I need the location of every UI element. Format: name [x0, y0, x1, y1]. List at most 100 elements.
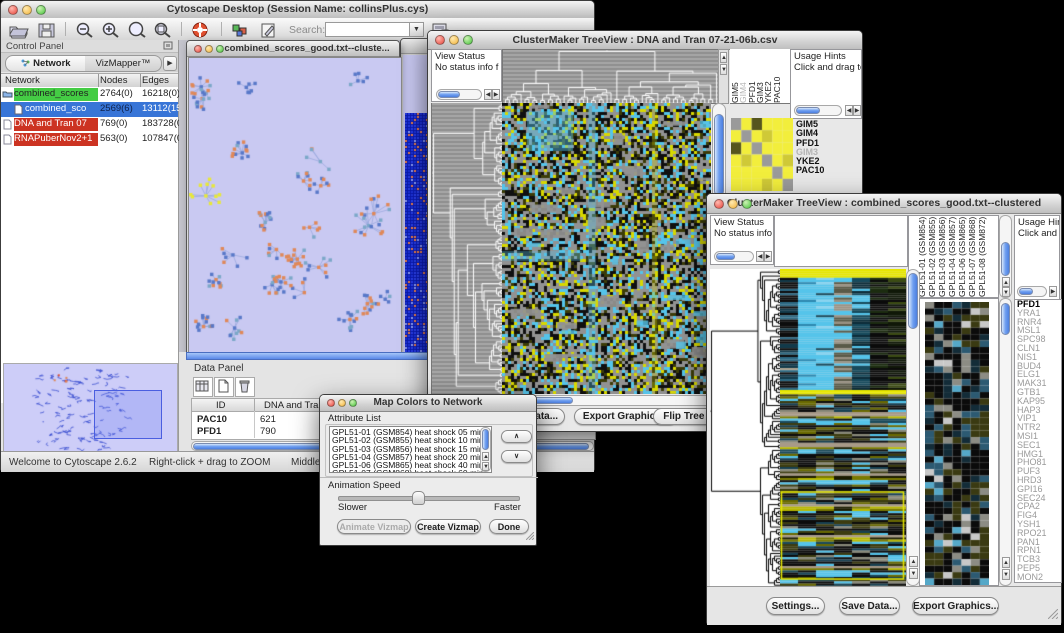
zoom-icon[interactable] [36, 5, 46, 15]
scroll-up-icon[interactable]: ▲ [482, 452, 489, 461]
treeview2-titlebar[interactable]: ClusterMaker TreeView : combined_scores_… [707, 194, 1061, 214]
treeview1-titlebar[interactable]: ClusterMaker TreeView : DNA and Tran 07-… [428, 31, 862, 50]
network-row-combined-sco-selected[interactable]: combined_sco 2569(6) 13112(15) [1, 102, 178, 117]
tab-vizmapper[interactable]: VizMapper™ [85, 55, 162, 72]
column-dendrogram[interactable] [502, 49, 719, 104]
move-up-button[interactable]: ∧ [501, 430, 532, 443]
speed-slider-thumb[interactable] [412, 491, 425, 505]
scroll-up-icon[interactable]: ▲ [1002, 277, 1010, 287]
network-row-dna-tran[interactable]: DNA and Tran 07 769(0) 183728(0) [1, 117, 178, 132]
scroll-down-icon[interactable]: ▼ [482, 462, 489, 471]
scroll-right-icon[interactable]: ▶ [1049, 286, 1057, 297]
save-data-button[interactable]: Save Data... [839, 597, 900, 615]
save-icon[interactable] [35, 21, 59, 39]
close-icon[interactable] [8, 5, 18, 15]
view-status-scrollbar[interactable] [714, 251, 754, 262]
new-attribute-icon[interactable] [214, 377, 234, 397]
network-graph-canvas[interactable] [188, 57, 402, 355]
done-button[interactable]: Done [489, 519, 529, 534]
zoom-heatmap[interactable] [925, 302, 989, 585]
scroll-right-icon[interactable]: ▶ [764, 251, 772, 262]
close-icon[interactable] [714, 199, 724, 209]
data-row-id[interactable]: PFD1 [197, 426, 221, 437]
animate-vizmap-button[interactable]: Animate Vizmap [337, 519, 411, 534]
column-header-network[interactable]: Network [5, 75, 40, 86]
minimize-icon[interactable] [205, 45, 213, 53]
gene-dendrogram[interactable] [431, 103, 503, 394]
scroll-up-icon[interactable]: ▲ [720, 52, 727, 63]
attribute-list-scrollbar[interactable]: ▲ ▼ [480, 427, 491, 472]
scroll-up-icon[interactable]: ▲ [1002, 557, 1010, 568]
zoom-icon[interactable] [463, 35, 473, 45]
minimize-icon[interactable] [449, 35, 459, 45]
map-dialog-titlebar[interactable]: Map Colors to Network [320, 395, 536, 412]
scroll-left-icon[interactable]: ◀ [756, 251, 764, 262]
gene-list-scrollbar[interactable]: ▲ ▼ [999, 298, 1012, 586]
table-mode-icon[interactable] [193, 377, 213, 397]
close-icon[interactable] [327, 399, 335, 407]
tab-network[interactable]: Network [5, 55, 87, 72]
tab-overflow-button[interactable]: ▶ [163, 56, 177, 71]
resize-grip[interactable] [526, 532, 534, 543]
heatmap-vscrollbar[interactable]: ▲ ▼ [906, 269, 920, 586]
export-graphics-button[interactable]: Export Graphics... [912, 597, 999, 615]
close-icon[interactable] [435, 35, 445, 45]
scroll-right-icon[interactable]: ▶ [492, 89, 500, 100]
scroll-left-icon[interactable]: ◀ [484, 89, 492, 100]
annotation-icon[interactable] [257, 21, 281, 39]
column-dendrogram-panel[interactable] [774, 215, 908, 267]
vizmapper-icon[interactable] [229, 21, 253, 39]
data-row-value[interactable]: 621 [260, 414, 276, 425]
zoom-icon[interactable] [349, 399, 357, 407]
zoom-icon[interactable] [742, 199, 752, 209]
close-icon[interactable] [194, 45, 202, 53]
move-down-button[interactable]: ∨ [501, 450, 532, 463]
data-row-id[interactable]: PAC10 [197, 414, 227, 425]
zoom-matrix[interactable] [731, 118, 793, 191]
zoom-selected-icon[interactable] [125, 21, 149, 39]
create-vizmap-button[interactable]: Create Vizmap [415, 519, 481, 534]
scroll-down-icon[interactable]: ▼ [909, 568, 918, 579]
scroll-left-icon[interactable]: ◀ [845, 105, 853, 116]
zoom-out-icon[interactable] [73, 21, 97, 39]
open-file-icon[interactable] [7, 21, 31, 39]
usage-hints-scrollbar[interactable] [794, 105, 842, 116]
scroll-down-icon[interactable]: ▼ [1002, 287, 1010, 297]
resize-grip[interactable] [1048, 609, 1058, 622]
birdseye-view[interactable] [3, 363, 178, 459]
zoom-fit-icon[interactable] [151, 21, 175, 39]
attribute-item[interactable]: GPL51-07 (GSM868) heat shock 60 min [330, 469, 491, 473]
network-row-rnapubernov2[interactable]: RNAPuberNov2+1 563(0) 107847(0) [1, 132, 178, 147]
delete-attribute-icon[interactable] [235, 377, 255, 397]
scroll-down-icon[interactable]: ▼ [1002, 569, 1010, 580]
main-titlebar[interactable]: Cytoscape Desktop (Session Name: collins… [1, 1, 594, 19]
scroll-down-icon[interactable]: ▼ [720, 64, 727, 75]
float-panel-icon[interactable] [163, 41, 173, 53]
minimize-icon[interactable] [338, 399, 346, 407]
network-row-combined-scores[interactable]: combined_scores 2764(0) 16218(0) [1, 87, 178, 102]
help-lifering-icon[interactable] [189, 21, 213, 39]
search-dropdown-icon[interactable]: ▼ [409, 22, 424, 37]
search-input[interactable] [325, 22, 411, 37]
gene-dendrogram[interactable] [710, 269, 780, 586]
global-heatmap[interactable] [502, 103, 711, 394]
column-header-nodes[interactable]: Nodes [100, 75, 127, 86]
usage-hints-scrollbar[interactable] [1017, 286, 1047, 297]
global-heatmap[interactable] [780, 269, 906, 586]
zoom-in-icon[interactable] [99, 21, 123, 39]
attribute-listbox[interactable]: GPL51-01 (GSM854) heat shock 05 minGPL51… [329, 426, 492, 473]
minimize-icon[interactable] [728, 199, 738, 209]
array-labels-scrollbar[interactable]: ▲ ▼ [999, 215, 1012, 298]
minimize-icon[interactable] [22, 5, 32, 15]
speed-slider-track[interactable] [338, 496, 520, 501]
network-view-titlebar[interactable]: combined_scores_good.txt--cluste... [187, 41, 399, 57]
zoom-icon[interactable] [216, 45, 224, 53]
scroll-right-icon[interactable]: ▶ [853, 105, 861, 116]
scroll-up-icon[interactable]: ▲ [909, 556, 918, 567]
data-row-value[interactable]: 790 [260, 426, 276, 437]
birdseye-selection-rect[interactable] [94, 390, 162, 439]
view-status-scrollbar[interactable] [436, 89, 482, 100]
column-header-edges[interactable]: Edges [142, 75, 169, 86]
data-column-id[interactable]: ID [216, 400, 226, 411]
settings-button[interactable]: Settings... [766, 597, 825, 615]
